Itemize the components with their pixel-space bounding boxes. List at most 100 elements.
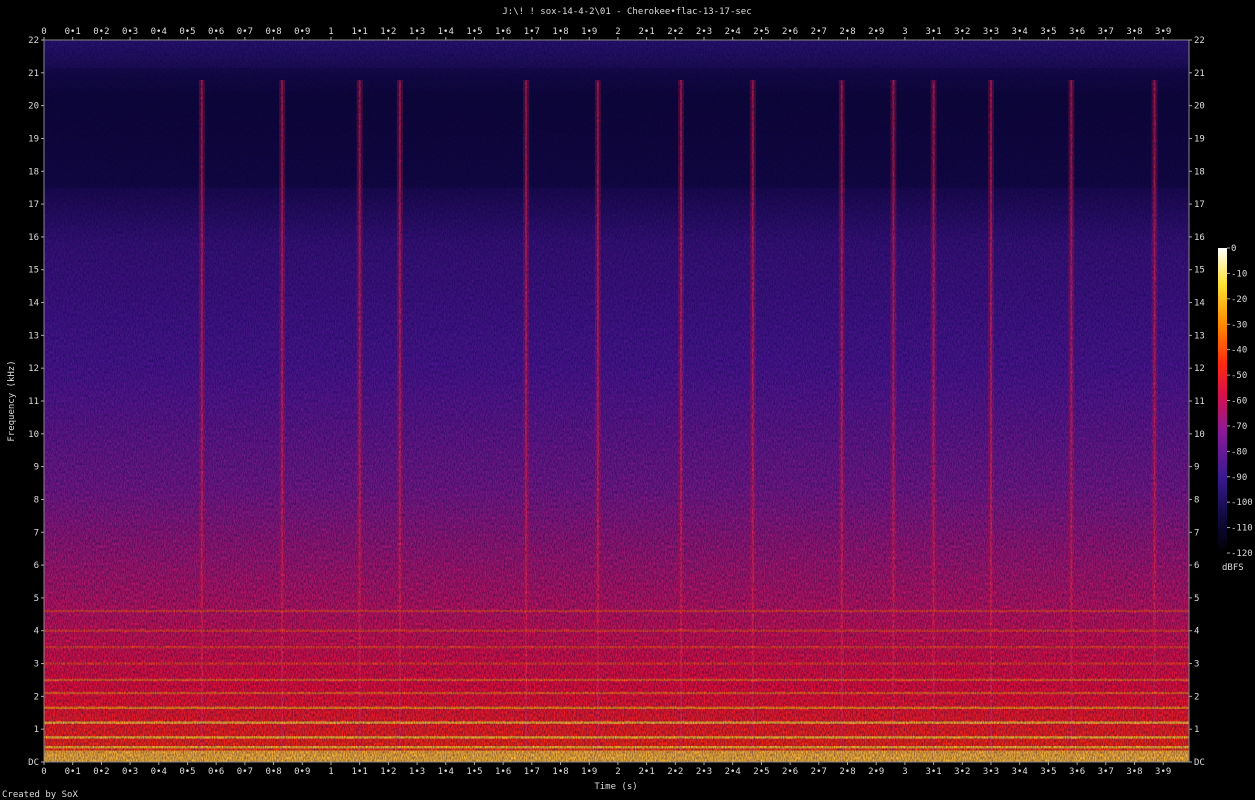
y-tick-label-left: 6 (34, 561, 39, 571)
y-tick-label-right: 14 (1194, 299, 1205, 309)
y-tick-label-left: 7 (34, 528, 39, 538)
y-tick-label-left: 13 (28, 331, 39, 341)
x-tick-label-top: 0 (41, 27, 46, 37)
colorbar-tick-label: -20 (1231, 295, 1247, 305)
x-tick-label-bottom: 0•3 (122, 767, 138, 777)
y-tick-label-left: 3 (34, 660, 39, 670)
colorbar-tick-label: -50 (1231, 371, 1247, 381)
y-axis-right: DC12345678910111213141516171819202122 (1189, 36, 1205, 768)
y-tick-label-right: 6 (1194, 561, 1199, 571)
x-tick-label-top: 2•6 (782, 27, 798, 37)
x-tick-label-bottom: 2•4 (725, 767, 741, 777)
x-tick-label-top: 2 (615, 27, 620, 37)
x-tick-label-bottom: 0 (41, 767, 46, 777)
y-tick-label-left: 15 (28, 266, 39, 276)
y-tick-label-left: 20 (28, 102, 39, 112)
footer-credit: Created by SoX (2, 790, 78, 800)
x-tick-label-top: 1•2 (380, 27, 396, 37)
y-tick-label-right: 13 (1194, 331, 1205, 341)
x-tick-label-top: 2•9 (868, 27, 884, 37)
x-tick-label-bottom: 3•1 (925, 767, 941, 777)
x-tick-label-top: 3•7 (1098, 27, 1114, 37)
x-tick-label-bottom: 3•3 (983, 767, 999, 777)
x-tick-label-top: 0•1 (65, 27, 81, 37)
y-tick-label-left: 9 (34, 463, 39, 473)
y-tick-label-right: 21 (1194, 69, 1205, 79)
colorbar-tick-label: -70 (1231, 422, 1247, 432)
y-tick-label-right: 4 (1194, 627, 1199, 637)
x-tick-label-bottom: 2•9 (868, 767, 884, 777)
y-tick-label-right: 20 (1194, 102, 1205, 112)
x-tick-label-top: 0•5 (179, 27, 195, 37)
x-tick-label-bottom: 1•2 (380, 767, 396, 777)
y-tick-label-left: 1 (34, 725, 39, 735)
x-tick-label-top: 3 (902, 27, 907, 37)
x-tick-label-top: 2•2 (667, 27, 683, 37)
y-tick-label-right: 2 (1194, 692, 1199, 702)
x-tick-label-bottom: 2•5 (753, 767, 769, 777)
plot-area (43, 39, 1190, 763)
x-tick-label-top: 0•6 (208, 27, 224, 37)
y-tick-label-left: 19 (28, 134, 39, 144)
x-axis-top: 0 0•1 0•2 0•3 0•4 0•5 0•6 0•7 0•8 0•9 1 1•1 1•2 1•3 1•… (41, 27, 1171, 40)
x-tick-label-top: 1•3 (409, 27, 425, 37)
y-tick-label-right: 15 (1194, 266, 1205, 276)
y-tick-label-right: 22 (1194, 36, 1205, 46)
y-tick-label-right: 11 (1194, 397, 1205, 407)
y-tick-label-right: 1 (1194, 725, 1199, 735)
spectrogram-chart: J:\! ! sox-14-4-2\01 - Cherokee•flac-13-… (2, 7, 1253, 800)
x-tick-label-top: 1•4 (438, 27, 454, 37)
x-tick-label-bottom: 3•5 (1040, 767, 1056, 777)
x-tick-label-bottom: 1•8 (552, 767, 568, 777)
noise-texture (44, 40, 1189, 762)
colorbar-tick-label: -10 (1231, 269, 1247, 279)
x-tick-label-top: 3•2 (954, 27, 970, 37)
x-tick-label-bottom: 0•7 (237, 767, 253, 777)
y-tick-label-left: 16 (28, 233, 39, 243)
y-tick-label-left: 5 (34, 594, 39, 604)
y-tick-label-right: 7 (1194, 528, 1199, 538)
colorbar-tick-label: -100 (1231, 498, 1253, 508)
x-tick-label-top: 2•8 (839, 27, 855, 37)
x-tick-label-bottom: 3•4 (1012, 767, 1028, 777)
y-tick-label-right: 18 (1194, 167, 1205, 177)
x-tick-label-top: 0•7 (237, 27, 253, 37)
x-tick-label-bottom: 3•2 (954, 767, 970, 777)
y-tick-label-right: 8 (1194, 495, 1199, 505)
y-tick-label-left: 21 (28, 69, 39, 79)
colorbar-tick-label: -80 (1231, 447, 1247, 457)
x-axis-bottom: 0 0•1 0•2 0•3 0•4 0•5 0•6 0•7 0•8 0•9 1 1•1 1•2 1•3 1•… (41, 762, 1171, 777)
colorbar-tick-label: -120 (1231, 549, 1253, 559)
x-tick-label-top: 1•9 (581, 27, 597, 37)
x-tick-label-top: 3•4 (1012, 27, 1028, 37)
y-tick-label-left: 4 (34, 627, 39, 637)
y-axis-left: DC12345678910111213141516171819202122 (28, 36, 44, 768)
y-tick-label-left: 11 (28, 397, 39, 407)
y-tick-label-left: 10 (28, 430, 39, 440)
x-axis-label: Time (s) (594, 782, 637, 792)
y-tick-label-right: 16 (1194, 233, 1205, 243)
x-tick-label-bottom: 2•2 (667, 767, 683, 777)
x-tick-label-top: 3•9 (1155, 27, 1171, 37)
x-tick-label-top: 1•6 (495, 27, 511, 37)
x-tick-label-bottom: 2•6 (782, 767, 798, 777)
x-tick-label-top: 1•8 (552, 27, 568, 37)
x-tick-label-bottom: 0•5 (179, 767, 195, 777)
x-tick-label-top: 1•1 (352, 27, 368, 37)
colorbar-label: dBFS (1222, 563, 1244, 573)
x-tick-label-bottom: 1•7 (524, 767, 540, 777)
x-tick-label-bottom: 2•8 (839, 767, 855, 777)
x-tick-label-bottom: 0•2 (93, 767, 109, 777)
y-tick-label-left: 2 (34, 692, 39, 702)
y-tick-label-left: 22 (28, 36, 39, 46)
x-tick-label-bottom: 3•7 (1098, 767, 1114, 777)
x-tick-label-top: 2•3 (696, 27, 712, 37)
y-tick-label-right: 3 (1194, 660, 1199, 670)
x-tick-label-bottom: 3•6 (1069, 767, 1085, 777)
y-tick-label-right: 9 (1194, 463, 1199, 473)
chart-title: J:\! ! sox-14-4-2\01 - Cherokee•flac-13-… (502, 7, 751, 17)
y-tick-label-left: 14 (28, 299, 39, 309)
x-tick-label-top: 3•5 (1040, 27, 1056, 37)
colorbar-tick-label: -110 (1231, 524, 1253, 534)
x-tick-label-top: 0•9 (294, 27, 310, 37)
